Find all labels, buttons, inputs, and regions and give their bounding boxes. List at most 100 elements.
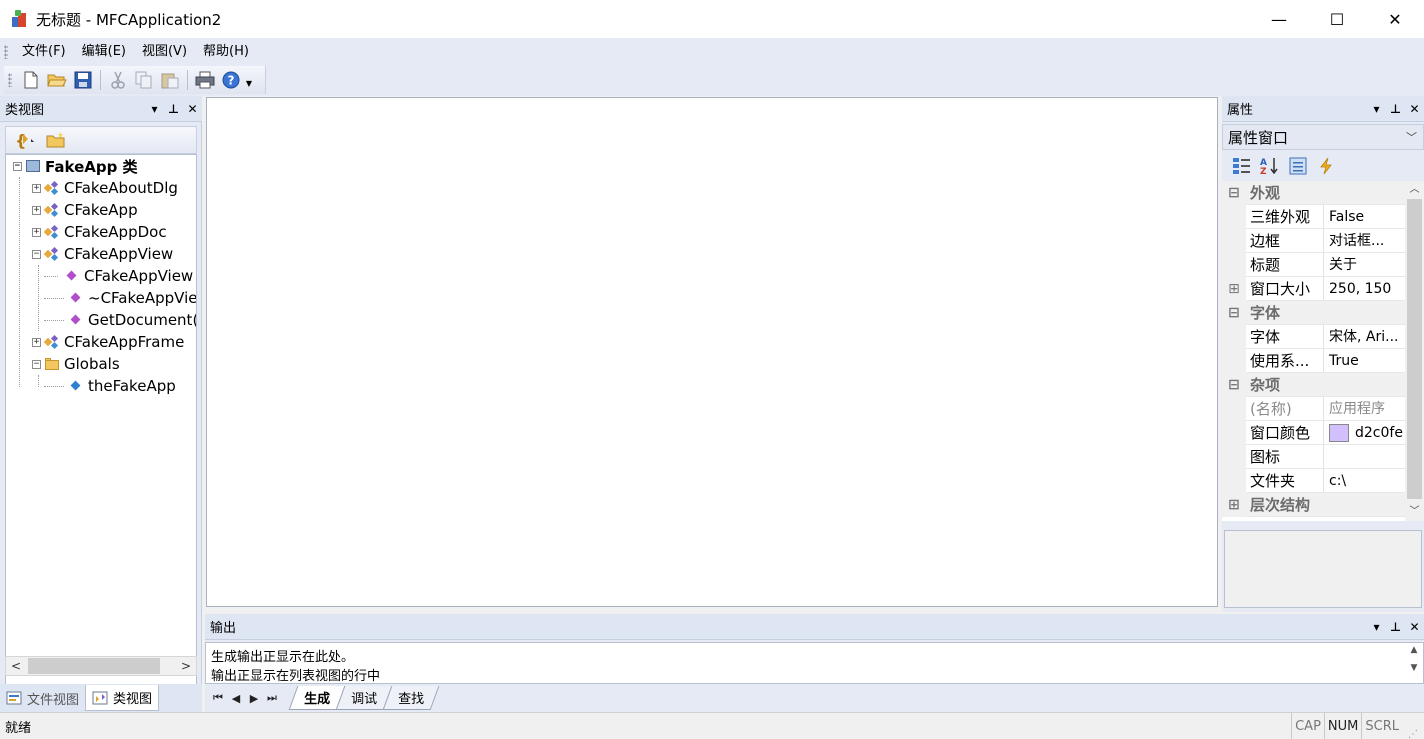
property-value[interactable]: False [1324,205,1405,228]
property-value[interactable]: True [1324,349,1405,372]
prev-tab-icon[interactable]: ◀ [227,692,245,705]
property-row[interactable]: 边框 对话框... [1222,229,1405,253]
property-value[interactable]: d2c0fe [1324,421,1405,444]
property-row[interactable]: 字体 宋体, Ari... [1222,325,1405,349]
scroll-thumb[interactable] [1407,199,1422,499]
expand-icon[interactable]: ⊞ [1222,277,1246,301]
chevron-down-icon[interactable]: ﹀ [1406,129,1417,145]
property-grid[interactable]: ⊟ 外观 三维外观 False 边框 对话框... 标题 关于 ⊞ 窗口大小 250, 150 ⊟ 字体… [1222,181,1424,521]
property-category[interactable]: ⊞ 层次结构 [1222,493,1405,517]
menu-file[interactable]: 文件(F) [14,38,74,66]
toolbar-grip[interactable] [8,73,12,87]
collapse-icon[interactable]: ⊟ [1222,181,1246,205]
property-value[interactable]: 应用程序 [1324,397,1405,420]
tree-node-folder[interactable]: − Globals [32,353,120,375]
menu-edit[interactable]: 编辑(E) [74,38,134,66]
first-tab-icon[interactable]: ⏮ [209,691,227,705]
cut-button[interactable] [105,68,131,92]
property-row[interactable]: 窗口颜色 d2c0fe [1222,421,1405,445]
help-button[interactable]: ? [218,68,244,92]
class-tree-hscrollbar[interactable]: < > [5,656,197,676]
app-icon[interactable] [10,9,30,29]
menu-grip[interactable] [4,45,8,59]
property-row[interactable]: 文件夹 c:\ [1222,469,1405,493]
next-tab-icon[interactable]: ▶ [245,692,263,705]
output-list[interactable]: 生成输出正显示在此处。 输出正显示在列表视图的行中 ▲ ▼ [205,642,1424,684]
pin-icon[interactable]: ⊥ [164,102,183,116]
panel-menu-chevron-icon[interactable]: ▾ [145,102,164,116]
property-category[interactable]: ⊟ 外观 [1222,181,1405,205]
expand-icon[interactable]: + [32,227,41,237]
expand-icon[interactable]: + [32,205,41,215]
categorized-button[interactable] [1228,155,1256,177]
scroll-left-icon[interactable]: < [6,659,26,673]
tree-node-global[interactable]: theFakeApp [68,375,176,397]
expand-icon[interactable]: + [32,183,41,193]
expand-icon[interactable]: + [32,337,41,347]
tree-node-method[interactable]: ~CFakeAppView [68,287,196,309]
collapse-icon[interactable]: ⊟ [1222,301,1246,325]
scroll-thumb[interactable] [28,658,160,674]
property-row[interactable]: 使用系... True [1222,349,1405,373]
last-tab-icon[interactable]: ⏭ [263,691,281,705]
property-pages-button[interactable] [1284,155,1312,177]
document-view[interactable] [206,97,1218,607]
tree-node-class[interactable]: + CFakeAppFrame [32,331,184,353]
color-swatch[interactable] [1329,424,1349,442]
alphabetical-button[interactable]: AZ [1256,155,1284,177]
properties-object-select[interactable]: 属性窗口 ﹀ [1222,124,1424,150]
events-button[interactable] [1312,155,1340,177]
close-button[interactable]: ✕ [1366,0,1424,38]
property-value[interactable]: 对话框... [1324,229,1405,252]
property-value[interactable]: c:\ [1324,469,1405,492]
property-row[interactable]: (名称) 应用程序 [1222,397,1405,421]
print-button[interactable] [192,68,218,92]
scroll-right-icon[interactable]: > [176,659,196,673]
scroll-up-icon[interactable]: ▲ [1407,645,1421,655]
new-file-button[interactable] [18,68,44,92]
collapse-icon[interactable]: − [13,161,22,171]
expand-icon[interactable]: ⊞ [1222,493,1246,517]
tree-node-method[interactable]: CFakeAppView [64,265,193,287]
pin-icon[interactable]: ⊥ [1386,620,1405,634]
minimize-button[interactable]: — [1250,0,1308,38]
property-grid-vscrollbar[interactable]: ︿ ﹀ [1405,181,1424,521]
pin-icon[interactable]: ⊥ [1386,102,1405,116]
tree-node-class[interactable]: − CFakeAppView [32,243,173,265]
maximize-button[interactable]: ☐ [1308,0,1366,38]
output-vscrollbar[interactable]: ▲ ▼ [1407,645,1421,683]
open-button[interactable] [44,68,70,92]
toolbar-overflow-chevron-icon[interactable]: ▼ [244,66,254,94]
tree-node-method[interactable]: GetDocument() [68,309,196,331]
property-row[interactable]: 三维外观 False [1222,205,1405,229]
tab-file-view[interactable]: 文件视图 [0,685,85,711]
property-row[interactable]: 图标 [1222,445,1405,469]
property-value[interactable]: 宋体, Ari... [1324,325,1405,348]
tree-node-class[interactable]: + CFakeAppDoc [32,221,167,243]
tree-node-root[interactable]: − FakeApp 类 [13,155,138,177]
tab-find[interactable]: 查找 [382,686,440,710]
property-value[interactable] [1324,445,1405,468]
panel-close-icon[interactable]: ✕ [1405,102,1424,116]
property-category[interactable]: ⊟ 字体 [1222,301,1405,325]
property-value[interactable]: 关于 [1324,253,1405,276]
property-value[interactable]: 250, 150 [1324,277,1405,300]
tree-node-class[interactable]: + CFakeApp [32,199,138,221]
save-button[interactable] [70,68,96,92]
collapse-icon[interactable]: ⊟ [1222,373,1246,397]
tree-node-class[interactable]: + CFakeAboutDlg [32,177,178,199]
scroll-up-icon[interactable]: ︿ [1405,181,1424,199]
property-row[interactable]: 标题 关于 [1222,253,1405,277]
property-row[interactable]: ⊞ 窗口大小 250, 150 [1222,277,1405,301]
panel-menu-chevron-icon[interactable]: ▾ [1367,102,1386,116]
tab-class-view[interactable]: 类视图 [85,685,160,711]
panel-menu-chevron-icon[interactable]: ▾ [1367,620,1386,634]
scroll-down-icon[interactable]: ﹀ [1405,503,1424,521]
collapse-icon[interactable]: − [32,249,41,259]
class-tree[interactable]: − FakeApp 类 + CFakeAboutDlg + CFakeApp +… [5,154,197,739]
collapse-icon[interactable]: − [32,359,41,369]
panel-close-icon[interactable]: ✕ [183,102,202,116]
sort-classes-icon[interactable]: { [14,131,36,149]
resize-grip-icon[interactable]: ⋰ [1402,713,1424,739]
menu-help[interactable]: 帮助(H) [195,38,257,66]
